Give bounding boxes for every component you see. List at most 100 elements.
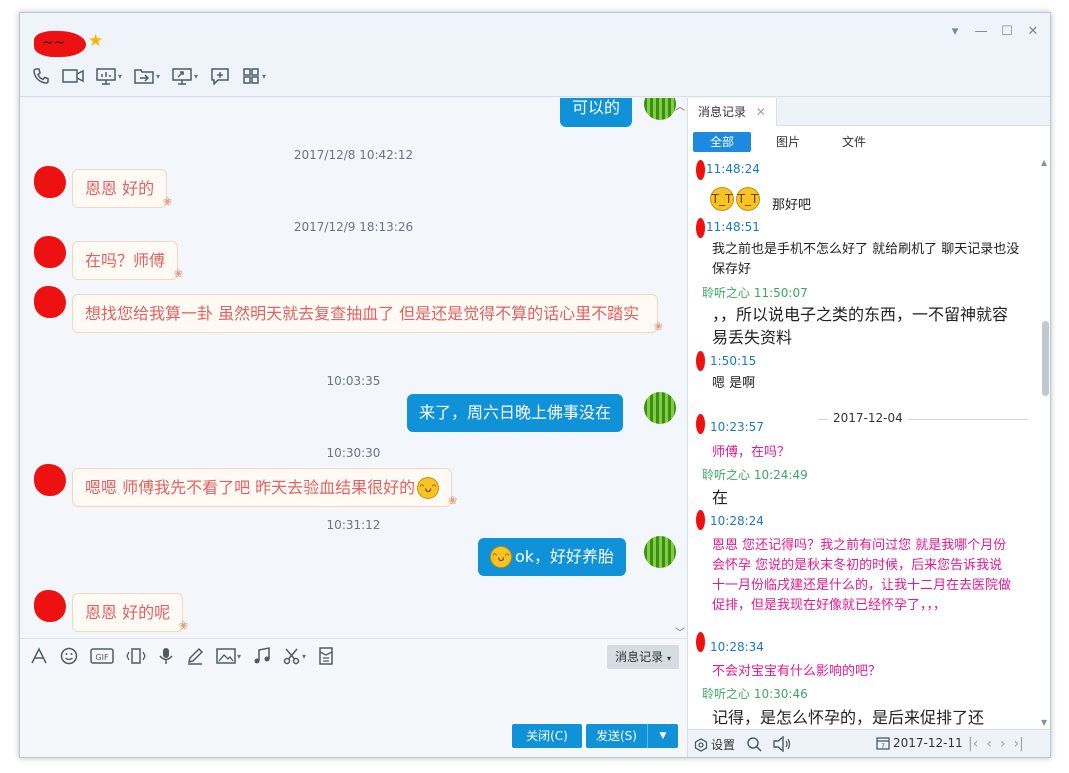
scroll-down-arrow[interactable]: ▼ [1041,718,1047,727]
contact-avatar[interactable] [34,590,66,622]
chevron-down-icon: ▾ [237,651,242,661]
chat-window: ~~ ★ ▾ — ☐ ✕ ▾ ▾ ▾ ▾ 可以的 ︿ 2017/12/8 10:… [19,12,1051,758]
contact-avatar[interactable] [34,464,66,496]
send-options-dropdown[interactable]: ▼ [648,724,678,748]
scroll-down-icon[interactable]: ﹀ [675,624,685,638]
handwriting-button[interactable] [186,647,204,665]
close-tab-icon[interactable]: ✕ [756,105,766,119]
my-avatar[interactable] [644,98,676,120]
voice-call-button[interactable] [32,67,50,85]
first-page-icon[interactable]: |‹ [968,736,978,752]
prev-page-icon[interactable]: ‹ [986,736,992,752]
history-message[interactable]: 不会对宝宝有什么影响的吧？ [712,662,881,682]
message-history-label: 消息记录 [615,650,664,664]
last-page-icon[interactable]: ›| [1014,736,1024,752]
history-search-button[interactable] [746,736,762,752]
screen-share-button[interactable]: ▾ [96,67,122,85]
history-date-picker[interactable]: 7 2017-12-11 [876,736,963,750]
history-message[interactable]: 师傅，在吗？ [712,443,790,463]
filter-all[interactable]: 全部 [693,132,751,152]
redacted-mark [696,414,705,434]
message-input-area[interactable]: GIF ▾ ▾ 消息记录 ▾ 关闭(C) 发送(S) ▼ [20,638,687,757]
remote-screen-icon [172,68,192,85]
shake-button[interactable] [126,647,146,665]
history-message[interactable]: T_T T_T 那好吧 [710,182,811,216]
history-timestamp: 10:23:57 [710,420,764,434]
screenshot-button[interactable]: ▾ [283,647,306,665]
history-message[interactable]: 记得，是怎么怀孕的，是后来促排了还 [712,706,984,729]
message-bubble-incoming[interactable]: 嗯嗯 师傅我先不看了吧 昨天去验血结果很好的 ᵔᴗᵔ [72,468,457,515]
smiley-icon [60,647,78,665]
history-timestamp: 10:28:34 [710,640,764,654]
music-button[interactable] [253,647,271,665]
close-icon[interactable]: ✕ [1022,21,1044,41]
send-file-button[interactable]: ▾ [134,67,160,85]
my-avatar[interactable] [644,536,676,568]
apps-button[interactable]: ▾ [242,67,266,85]
message-bubble-outgoing[interactable]: 可以的 [560,98,633,127]
message-text: ok，好好养胎 [515,547,615,566]
voice-message-button[interactable] [158,647,174,665]
chevron-down-icon: ▾ [666,654,671,663]
history-sender-time: 聆听之心 10:30:46 [702,687,808,701]
scroll-up-icon[interactable]: ︿ [675,98,685,113]
history-message[interactable]: 在 [712,486,728,509]
message-bubble-incoming[interactable]: 恩恩 好的 [72,169,172,216]
message-list[interactable]: 可以的 ︿ 2017/12/8 10:42:12 恩恩 好的 2017/12/9… [20,98,687,638]
history-audio-button[interactable] [772,736,792,752]
history-scrollbar[interactable]: ▲ ▼ [1040,156,1050,729]
send-button[interactable]: 发送(S) ▼ [586,724,678,748]
message-timestamp: 2017/12/9 18:13:26 [293,220,414,234]
message-bubble-outgoing[interactable]: 来了，周六日晚上佛事没在 [407,394,624,432]
filter-images[interactable]: 图片 [759,132,817,152]
grin-emoji-icon: ᵔᴗᵔ [417,476,440,499]
star-icon[interactable]: ★ [88,31,103,51]
search-icon [747,737,762,752]
history-list[interactable]: 11:48:24 T_T T_T 那好吧 11:48:51 我之前也是手机不怎么… [688,156,1040,729]
message-bubble-incoming[interactable]: 想找您给我算一卦 虽然明天就去复查抽血了 但是还是觉得不算的话心里不踏实 [72,294,663,341]
contact-avatar[interactable] [34,166,66,198]
red-packet-button[interactable] [318,647,334,665]
history-message[interactable]: 恩恩 您还记得吗？我之前有问过您 就是我哪个月份会怀孕 您说的是秋末冬初的时候，… [712,536,1018,616]
message-text: 嗯嗯 师傅我先不看了吧 昨天去验血结果很好的 [85,478,416,497]
contact-avatar[interactable] [34,286,66,318]
contact-name[interactable]: ~~ [42,35,65,51]
message-bubble-incoming[interactable]: 在吗？师傅 [72,241,183,288]
scroll-up-arrow[interactable]: ▲ [1041,158,1047,167]
menu-dropdown-icon[interactable]: ▾ [944,21,966,41]
settings-label: 设置 [711,738,736,752]
history-message[interactable]: 嗯 是啊 [712,374,755,394]
history-tab-bar: 消息记录 ✕ [688,98,1050,126]
image-button[interactable]: ▾ [216,647,241,665]
maximize-icon[interactable]: ☐ [996,21,1018,41]
scrollbar-thumb[interactable] [1042,321,1049,396]
message-bubble-outgoing[interactable]: ᵔᴗᵔ ok，好好养胎 [478,538,627,576]
message-history-button[interactable]: 消息记录 ▾ [607,645,679,669]
message-timestamp: 10:03:35 [326,374,381,388]
emoji-button[interactable] [60,647,78,665]
video-camera-icon [62,69,84,83]
history-message[interactable]: 我之前也是手机不怎么好了 就给刷机了 聊天记录也没保存好 [712,240,1028,280]
minimize-icon[interactable]: — [970,21,992,41]
filter-files[interactable]: 文件 [825,132,883,152]
grin-emoji-icon: ᵔᴗᵔ [490,546,512,568]
message-bubble-incoming[interactable]: 恩恩 好的呢 [72,593,188,638]
tab-message-history[interactable]: 消息记录 ✕ [688,98,777,126]
history-message[interactable]: ，，所以说电子之类的东西，一不留神就容易丢失资料 [712,303,1022,349]
message-timestamp: 10:30:30 [326,446,381,460]
gif-button[interactable]: GIF [90,647,114,665]
chat-toolbar: ▾ ▾ ▾ ▾ [32,67,266,85]
svg-text:7: 7 [881,743,885,750]
font-button[interactable] [30,647,48,665]
history-date: 2017-12-04 [833,411,903,425]
remote-desktop-button[interactable]: ▾ [172,67,198,85]
history-settings-button[interactable]: 设置 [694,736,735,753]
my-avatar[interactable] [644,392,676,424]
input-toolbar: GIF ▾ ▾ [30,647,334,665]
next-page-icon[interactable]: › [1000,736,1006,752]
video-call-button[interactable] [62,67,84,85]
contact-avatar[interactable] [34,236,66,268]
close-button[interactable]: 关闭(C) [512,724,582,748]
history-panel: 消息记录 ✕ 全部 图片 文件 11:48:24 T_T T_T 那好吧 11:… [687,98,1050,757]
new-discussion-button[interactable] [210,67,230,85]
